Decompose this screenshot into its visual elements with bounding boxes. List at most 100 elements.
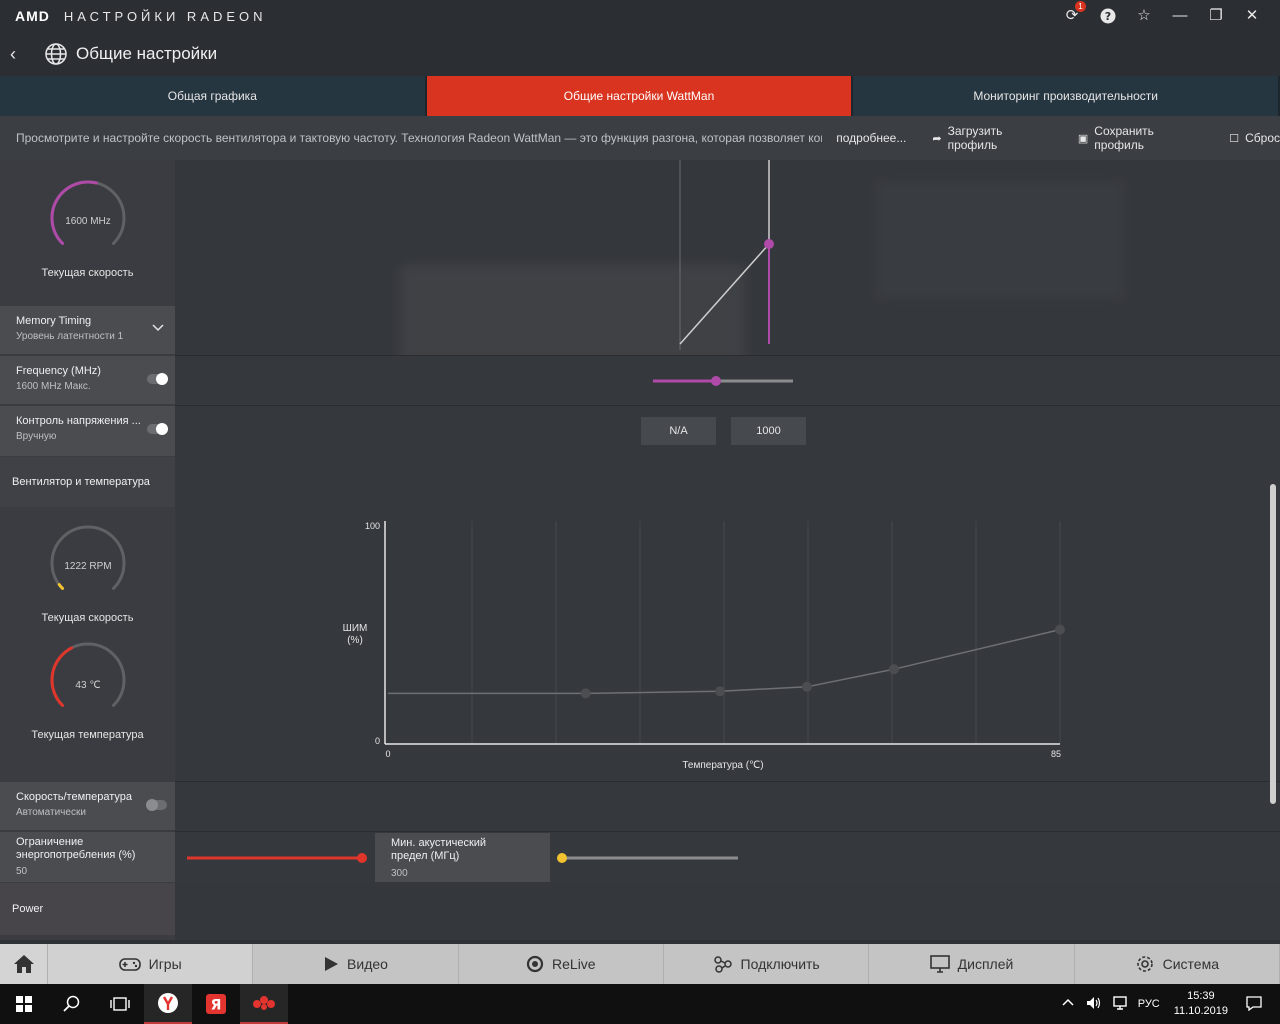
frequency-toggle[interactable] [147,373,168,385]
memory-curve-chart [679,160,774,350]
start-button[interactable] [0,984,48,1024]
speed-temp-row [175,781,1280,831]
load-profile-label: Загрузить профиль [947,124,1003,152]
voltage-input[interactable]: 1000 [731,417,806,445]
help-icon[interactable]: ? [1100,8,1116,24]
voltage-row: N/A 1000 [175,405,1280,457]
fan-curve-point[interactable] [802,681,813,692]
speed-temp-item: Скорость/температура Автоматически [0,782,175,830]
voltage-toggle[interactable] [147,423,168,435]
restore-icon[interactable]: ❐ [1208,8,1224,24]
fan-curve-point[interactable] [1055,624,1065,635]
volume-icon[interactable] [1086,996,1102,1013]
yandex-task[interactable]: Я [192,984,240,1024]
tab-general-graphics[interactable]: Общая графика [0,76,427,116]
fan-temp-section-header[interactable]: Вентилятор и температура [0,457,175,507]
task-view-button[interactable] [96,984,144,1024]
yandex-browser-icon [158,993,178,1013]
frequency-slider[interactable] [175,356,1280,406]
radeon-settings-task[interactable] [240,984,288,1024]
temp-gauge-value: 43 ℃ [75,680,100,691]
globe-icon [44,42,68,66]
favorite-star-icon[interactable]: ☆ [1136,8,1152,24]
power-limit-value: 50 [16,866,28,877]
nav-system[interactable]: Система [1074,944,1280,984]
nav-system-label: Система [1162,956,1219,972]
curve-point-handle[interactable] [764,239,774,249]
fan-section-row [175,457,1280,509]
search-icon [63,995,80,1012]
nav-video-label: Видео [347,956,388,972]
more-link[interactable]: подробнее... [836,131,906,145]
home-button[interactable] [0,944,48,984]
temp-gauge-label: Текущая температура [31,729,144,741]
fan-curve-panel: 100 0 0 85 Температура (℃) ШИМ (%) [175,509,1280,781]
language-indicator[interactable]: РУС [1138,998,1160,1010]
power-limit-slider[interactable] [175,832,375,883]
fan-gauge-value: 1222 RPM [64,561,111,572]
action-center-icon[interactable] [1246,995,1262,1014]
save-icon: ▣ [1077,132,1089,145]
x-axis-label: Температура (℃) [682,760,763,771]
fan-curve-chart: 100 0 0 85 Температура (℃) ШИМ (%) [343,521,1065,771]
search-button[interactable] [48,984,96,1024]
yandex-browser-task[interactable] [144,984,192,1024]
share-arrow-icon: ➦ [932,132,942,145]
slider-thumb[interactable] [557,853,567,863]
y-tick-100: 100 [365,521,380,531]
fan-speed-gauge: 1222 RPM Текущая скорость [0,523,175,624]
nav-relive[interactable]: ReLive [458,944,664,984]
system-tray: РУС 15:39 11.10.2019 [1062,984,1280,1024]
power-section-header[interactable]: Power [0,883,175,935]
y-tick-0: 0 [375,736,380,746]
nav-connect[interactable]: Подключить [663,944,870,984]
clock-date: 11.10.2019 [1173,1005,1228,1017]
scrollbar[interactable] [1270,484,1276,804]
save-profile-button[interactable]: ▣ Сохранить профиль [1078,124,1203,152]
chevron-down-icon [151,320,165,339]
task-view-icon [110,997,130,1011]
frequency-title: Frequency (MHz) [16,365,101,377]
reset-icon: ☐ [1229,132,1240,145]
tab-wattman[interactable]: Общие настройки WattMan [426,76,854,116]
x-tick-85: 85 [1051,749,1061,759]
acoustic-limit-slider[interactable] [550,832,750,883]
fan-curve-point[interactable] [888,664,899,675]
reset-button[interactable]: ☐ Сброс [1229,131,1280,145]
voltage-na-field[interactable]: N/A [641,417,716,445]
amd-logo: AMD [15,8,50,24]
load-profile-button[interactable]: ➦ Загрузить профиль [932,124,1052,152]
notifications-icon[interactable]: ⟳ 1 [1064,1,1086,24]
tab-performance-monitoring[interactable]: Мониторинг производительности [853,76,1280,116]
nav-games[interactable]: Игры [48,944,254,984]
clock[interactable]: 15:39 11.10.2019 [1174,989,1228,1019]
minimize-icon[interactable]: — [1172,8,1188,24]
slider-thumb[interactable] [357,853,367,863]
nav-display[interactable]: Дисплей [869,944,1075,984]
info-bar: Просмотрите и настройте скорость вентиля… [0,116,1280,160]
clock-time: 15:39 [1187,990,1215,1002]
slider-thumb[interactable] [711,376,721,386]
fan-curve-point[interactable] [580,688,591,699]
acoustic-limit-item: Мин. акустический предел (МГц) 300 [375,833,550,883]
network-icon[interactable] [1112,995,1128,1013]
title-bar: AMD НАСТРОЙКИ RADEON ⟳ 1 ? ☆ — ❐ ✕ [0,0,1280,32]
voltage-control-value: Вручную [16,431,57,442]
chevron-up-icon[interactable] [1062,997,1074,1012]
memory-timing-dropdown[interactable]: Memory Timing Уровень латентности 1 [0,306,175,354]
fan-gauge-arc: 1222 RPM [50,525,125,590]
nav-games-label: Игры [148,956,182,972]
voltage-control-item: Контроль напряжения ... Вручную [0,406,175,456]
home-icon [13,955,34,973]
memory-curve-area [175,160,1280,355]
back-button[interactable]: ‹ [10,44,26,65]
curve-line [679,243,770,345]
voltage-control-title: Контроль напряжения ... [16,415,141,427]
gear-icon [1136,956,1153,972]
speed-temp-toggle[interactable] [146,799,167,811]
nav-video[interactable]: Видео [253,944,459,984]
radeon-icon [253,996,275,1010]
svg-text:Я: Я [211,998,222,1014]
close-icon[interactable]: ✕ [1244,8,1260,24]
fan-curve-point[interactable] [715,686,726,697]
